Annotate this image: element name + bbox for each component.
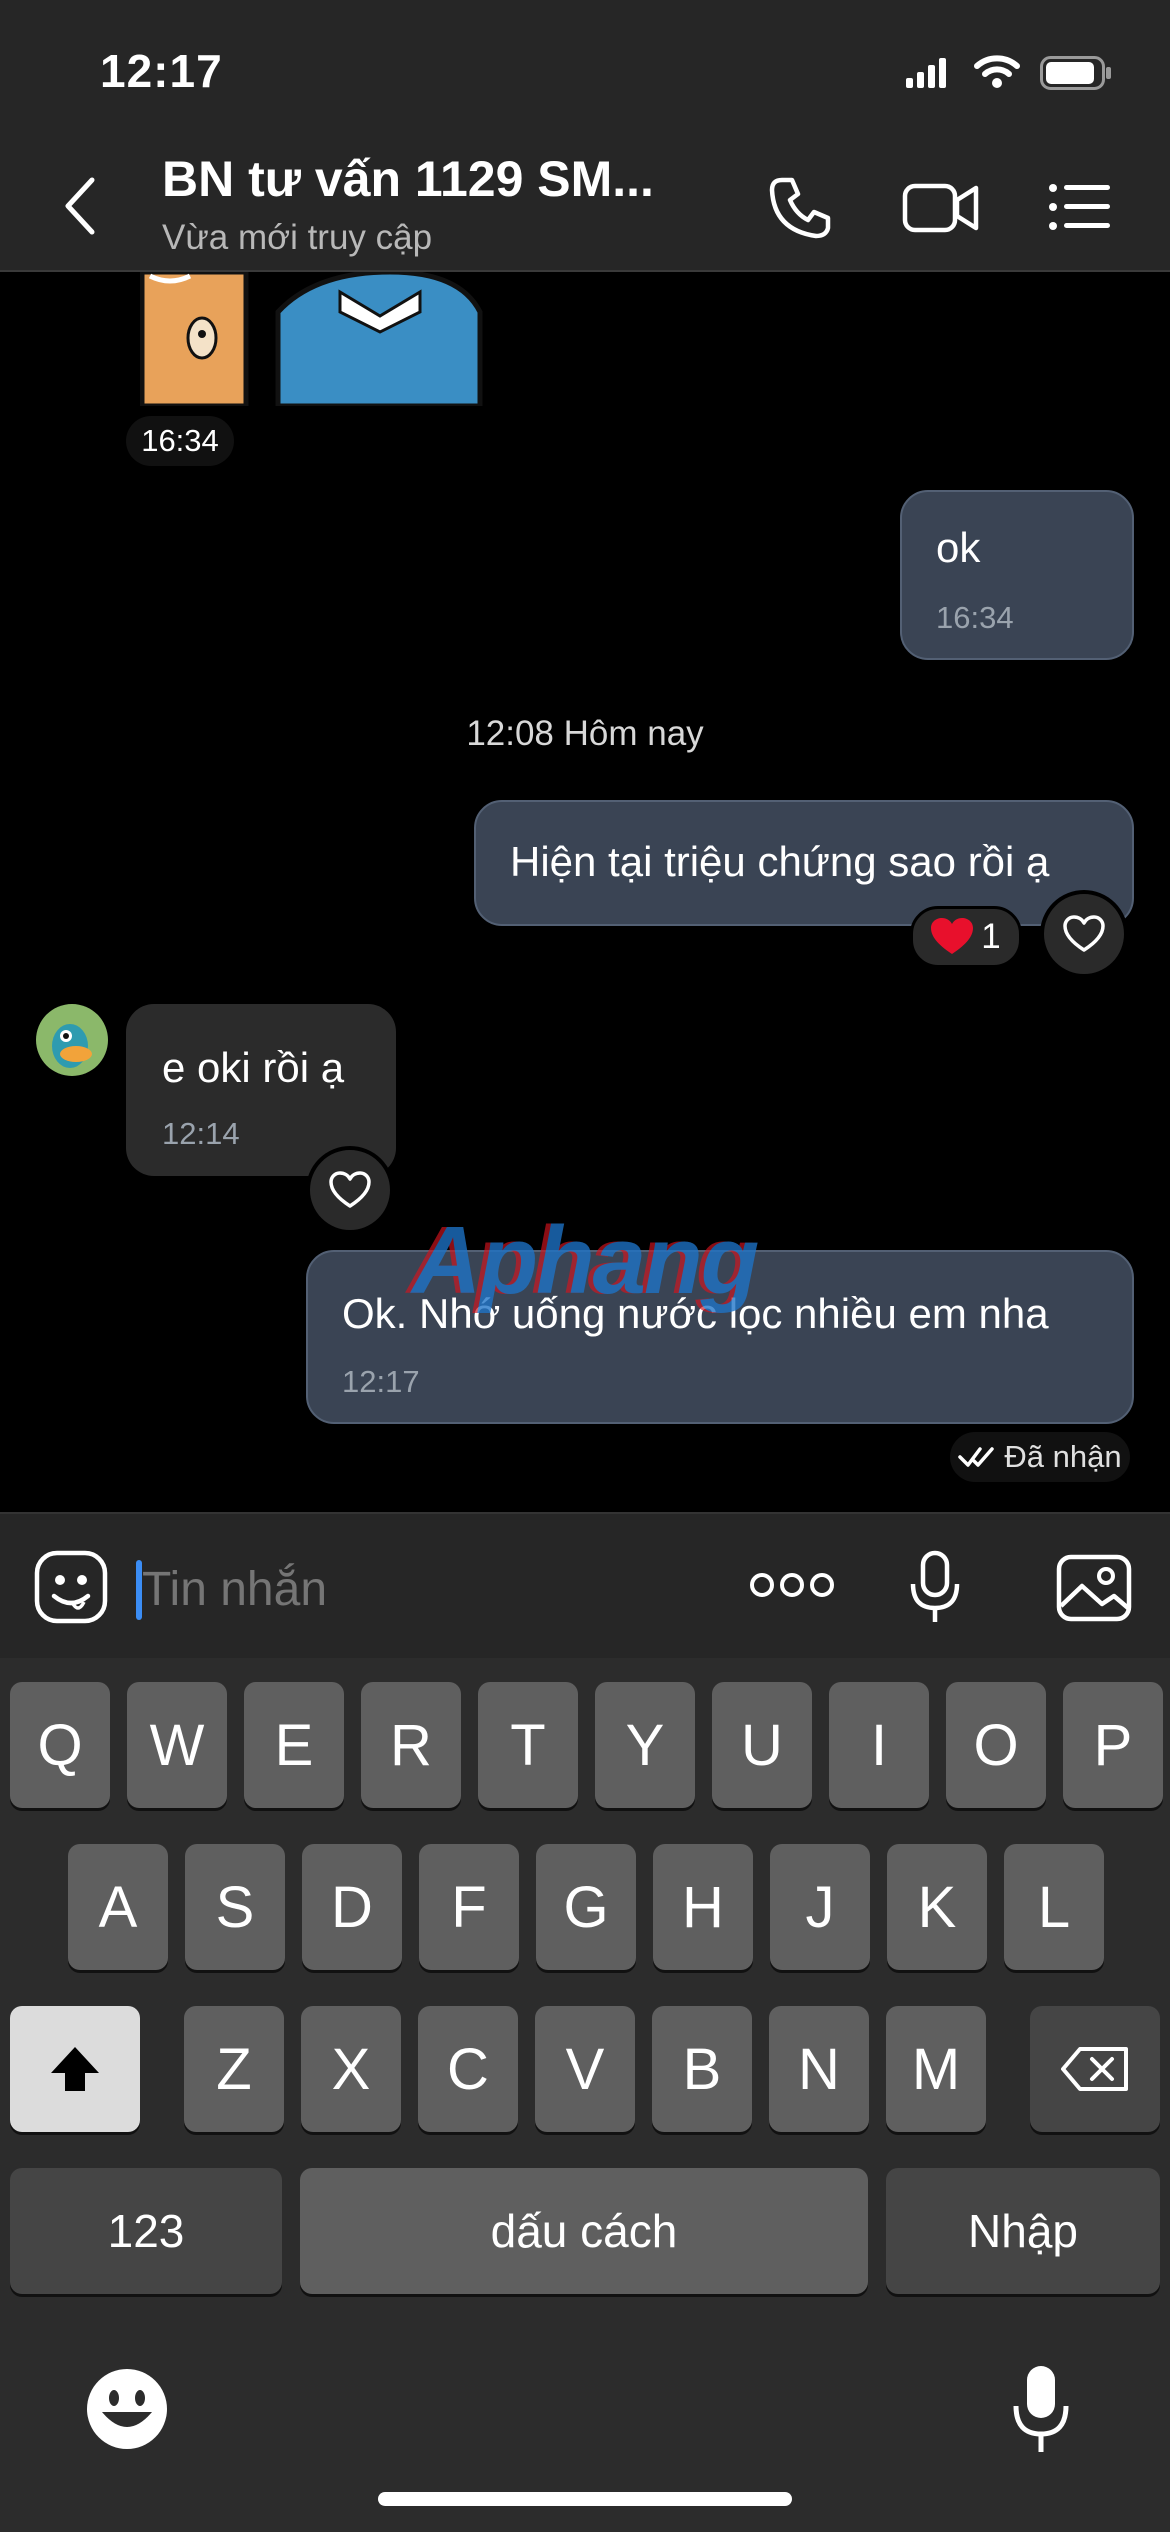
message-time: 12:17 [342,1364,420,1399]
back-icon[interactable] [60,176,100,236]
wifi-icon [974,55,1020,88]
outgoing-message[interactable]: ok 16:34 [900,490,1134,660]
message-text: Hiện tại triệu chứng sao rồi ạ [510,838,1050,885]
message-time: 12:14 [162,1116,240,1151]
more-options-icon[interactable] [750,1570,834,1600]
message-input[interactable] [140,1552,704,1626]
numbers-key[interactable]: 123 [10,2168,282,2294]
key-q[interactable]: Q [10,1682,110,1808]
key-x[interactable]: X [301,2006,401,2132]
dictation-mic-icon[interactable] [1010,2364,1072,2456]
contact-name[interactable]: BN tư vấn 1129 SM... [162,150,654,208]
voice-call-icon[interactable] [768,174,834,240]
battery-icon [1040,56,1111,90]
key-s[interactable]: S [185,1844,285,1970]
status-time: 12:17 [100,45,223,97]
key-c[interactable]: C [418,2006,518,2132]
contact-status: Vừa mới truy cập [162,218,433,257]
key-l[interactable]: L [1004,1844,1104,1970]
image-picker-icon[interactable] [1056,1554,1132,1622]
key-d[interactable]: D [302,1844,402,1970]
key-v[interactable]: V [535,2006,635,2132]
space-key[interactable]: dấu cách [300,2168,868,2294]
heart-outline-icon [329,1171,371,1208]
watermark-logo: Aphang [412,1207,759,1314]
keyboard: 123 dấu cách Nhập QWERTYUIOP ASDFGHJKL ZXC… [0,1658,1170,2532]
key-g[interactable]: G [536,1844,636,1970]
react-heart-button[interactable] [306,1146,394,1234]
key-u[interactable]: U [712,1682,812,1808]
reaction-badge[interactable]: 1 [910,906,1022,968]
key-a[interactable]: A [68,1844,168,1970]
sticker-time: 16:34 [126,416,234,466]
key-o[interactable]: O [946,1682,1046,1808]
reaction-count: 1 [981,917,1001,956]
backspace-key[interactable] [1030,2006,1160,2132]
key-f[interactable]: F [419,1844,519,1970]
outgoing-message[interactable]: Hiện tại triệu chứng sao rồi ạ [474,800,1134,926]
emoji-keyboard-icon[interactable] [86,2368,168,2450]
return-key[interactable]: Nhập [886,2168,1160,2294]
key-m[interactable]: M [886,2006,986,2132]
home-indicator [378,2492,792,2506]
key-h[interactable]: H [653,1844,753,1970]
key-n[interactable]: N [769,2006,869,2132]
key-p[interactable]: P [1063,1682,1163,1808]
contact-avatar[interactable] [36,1004,108,1076]
delivery-status-text: Đã nhận [1004,1439,1122,1474]
message-input-bar [0,1512,1170,1658]
key-r[interactable]: R [361,1682,461,1808]
key-k[interactable]: K [887,1844,987,1970]
sticker-emoji-icon[interactable] [34,1550,108,1624]
video-call-icon[interactable] [902,180,980,236]
menu-list-icon[interactable] [1048,182,1112,232]
chat-header: 12:17 BN tư vấn 1129 SM... Vừa mới truy … [0,0,1170,272]
key-b[interactable]: B [652,2006,752,2132]
heart-outline-icon [1063,915,1105,952]
key-y[interactable]: Y [595,1682,695,1808]
react-heart-button[interactable] [1040,890,1128,978]
key-w[interactable]: W [127,1682,227,1808]
heart-reaction-icon [931,918,974,954]
date-separator: 12:08 Hôm nay [466,714,704,753]
delivery-status: Đã nhận [950,1432,1130,1482]
message-time: 16:34 [936,600,1014,635]
sticker-image[interactable] [140,272,490,406]
key-z[interactable]: Z [184,2006,284,2132]
key-j[interactable]: J [770,1844,870,1970]
message-text: e oki rồi ạ [162,1044,345,1091]
shift-key[interactable] [10,2006,140,2132]
microphone-icon[interactable] [908,1550,962,1626]
signal-icon [906,58,946,88]
key-e[interactable]: E [244,1682,344,1808]
backspace-icon [1061,2047,1128,2091]
key-i[interactable]: I [829,1682,929,1808]
message-text: ok [936,524,981,571]
double-check-icon [958,1447,995,1467]
key-t[interactable]: T [478,1682,578,1808]
shift-icon [51,2047,99,2091]
